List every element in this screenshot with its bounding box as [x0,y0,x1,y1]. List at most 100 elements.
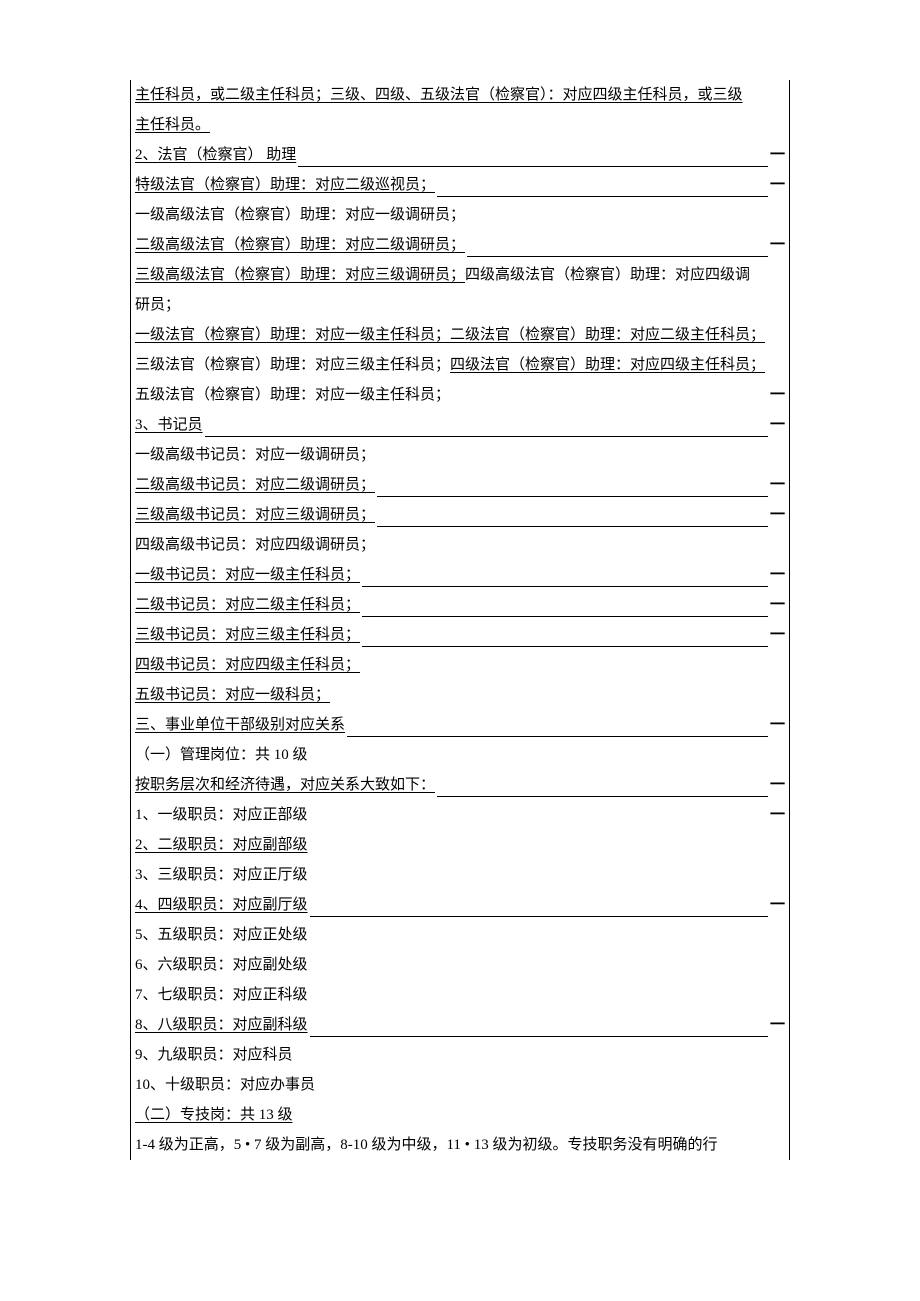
dash-mark: 一 [770,710,785,740]
underline-fill [362,616,768,617]
text-line: 7、七级职员：对应正科级 [135,980,785,1010]
line-text: 研员； [135,297,180,313]
text-line: 2、二级职员：对应副部级 [135,830,785,860]
line-text: 主任科员。 [135,117,210,133]
line-text: 6、六级职员：对应副处级 [135,957,308,973]
text-line: 5、五级职员：对应正处级 [135,920,785,950]
line-text: 主任科员，或二级主任科员；三级、四级、五级法官（检察官）：对应四级主任科员，或三… [135,87,743,103]
text-line: 一级高级法官（检察官）助理：对应一级调研员； [135,200,785,230]
text-line: 1、一级职员：对应正部级 一 [135,800,785,830]
text-line: （一）管理岗位：共 10 级 [135,740,785,770]
line-text: 五级法官（检察官）助理：对应一级主任科员； [135,380,450,410]
line-text: 二级高级书记员：对应二级调研员； [135,470,375,500]
dash-mark: 一 [770,230,785,260]
underline-fill [467,256,768,257]
content-cell: 主任科员，或二级主任科员；三级、四级、五级法官（检察官）：对应四级主任科员，或三… [130,80,790,1160]
underline-fill [377,496,768,497]
dash-mark: 一 [770,560,785,590]
text-line: 3、三级职员：对应正厅级 [135,860,785,890]
text-line: 2、法官（检察官） 助理 一 [135,140,785,170]
line-text: （一）管理岗位：共 10 级 [135,747,308,763]
line-text: 2、二级职员：对应副部级 [135,837,308,853]
text-line: 8、八级职员：对应副科级 一 [135,1010,785,1040]
text-line: 一级法官（检察官）助理：对应一级主任科员；二级法官（检察官）助理：对应二级主任科… [135,320,785,350]
dash-mark: 一 [770,890,785,920]
line-text: 按职务层次和经济待遇，对应关系大致如下： [135,770,435,800]
text-line: 三级书记员：对应三级主任科员； 一 [135,620,785,650]
dash-mark: 一 [770,1010,785,1040]
line-text: 1、一级职员：对应正部级 [135,800,308,830]
line-text: 五级书记员：对应一级科员； [135,687,330,703]
line-text: 二级高级法官（检察官）助理：对应二级调研员； [135,230,465,260]
underline-fill [437,796,768,797]
line-text: 四级书记员：对应四级主任科员； [135,657,360,673]
document-page: 主任科员，或二级主任科员；三级、四级、五级法官（检察官）：对应四级主任科员，或三… [0,80,920,1160]
underline-fill [437,196,768,197]
text-line: 三级法官（检察官）助理：对应三级主任科员；四级法官（检察官）助理：对应四级主任科… [135,350,785,380]
line-text: 三、事业单位干部级别对应关系 [135,710,345,740]
line-text-suffix: 四级法官（检察官）助理：对应四级主任科员； [450,357,765,373]
line-text-prefix: 三级高级法官（检察官）助理：对应三级调研员； [135,267,465,283]
dash-mark: 一 [770,800,785,830]
text-line: 3、书记员 一 [135,410,785,440]
line-text: 三级书记员：对应三级主任科员； [135,620,360,650]
line-text: 2、法官（检察官） 助理 [135,140,296,170]
underline-fill [347,736,768,737]
text-line: 10、十级职员：对应办事员 [135,1070,785,1100]
text-line: 6、六级职员：对应副处级 [135,950,785,980]
dash-mark: 一 [770,500,785,530]
line-text: 特级法官（检察官）助理：对应二级巡视员； [135,170,435,200]
text-line: 一级书记员：对应一级主任科员； 一 [135,560,785,590]
line-text: 1-4 级为正高，5 • 7 级为副高，8-10 级为中级，11 • 13 级为… [135,1137,717,1153]
line-text: 3、书记员 [135,410,203,440]
text-line: 主任科员。 [135,110,785,140]
dash-mark: 一 [770,410,785,440]
line-text: 四级高级书记员：对应四级调研员； [135,537,375,553]
text-line: 1-4 级为正高，5 • 7 级为副高，8-10 级为中级，11 • 13 级为… [135,1130,785,1160]
line-text: 9、九级职员：对应科员 [135,1047,293,1063]
underline-fill [298,166,768,167]
text-line: 9、九级职员：对应科员 [135,1040,785,1070]
dash-mark: 一 [770,620,785,650]
line-text-prefix: 三级法官（检察官）助理：对应三级主任科员； [135,357,450,373]
line-text: 一级高级书记员：对应一级调研员； [135,447,375,463]
text-line: 按职务层次和经济待遇，对应关系大致如下： 一 [135,770,785,800]
line-text: 8、八级职员：对应副科级 [135,1010,308,1040]
dash-mark: 一 [770,770,785,800]
text-line: 主任科员，或二级主任科员；三级、四级、五级法官（检察官）：对应四级主任科员，或三… [135,80,785,110]
text-line: 二级书记员：对应二级主任科员； 一 [135,590,785,620]
dash-mark: 一 [770,380,785,410]
line-text: 7、七级职员：对应正科级 [135,987,308,1003]
text-line: 4、四级职员：对应副厅级 一 [135,890,785,920]
line-text: 二级书记员：对应二级主任科员； [135,590,360,620]
underline-fill [310,1036,768,1037]
text-line: 三、事业单位干部级别对应关系 一 [135,710,785,740]
underline-fill [377,526,768,527]
text-line: 三级高级书记员：对应三级调研员； 一 [135,500,785,530]
text-line: 四级高级书记员：对应四级调研员； [135,530,785,560]
line-text: 5、五级职员：对应正处级 [135,927,308,943]
line-text: 三级高级书记员：对应三级调研员； [135,500,375,530]
dash-mark: 一 [770,170,785,200]
line-text-suffix: 四级高级法官（检察官）助理：对应四级调 [465,267,750,283]
text-line: （二）专技岗：共 13 级 [135,1100,785,1130]
line-text: 一级高级法官（检察官）助理：对应一级调研员； [135,207,465,223]
line-text: 10、十级职员：对应办事员 [135,1077,315,1093]
dash-mark: 一 [770,140,785,170]
dash-mark: 一 [770,470,785,500]
text-line: 一级高级书记员：对应一级调研员； [135,440,785,470]
text-line: 二级高级法官（检察官）助理：对应二级调研员； 一 [135,230,785,260]
text-line: 四级书记员：对应四级主任科员； [135,650,785,680]
underline-fill [205,436,768,437]
underline-fill [362,586,768,587]
line-text: 一级法官（检察官）助理：对应一级主任科员；二级法官（检察官）助理：对应二级主任科… [135,327,765,343]
text-line: 研员； [135,290,785,320]
line-text: 一级书记员：对应一级主任科员； [135,560,360,590]
dash-mark: 一 [770,590,785,620]
line-text: （二）专技岗：共 13 级 [135,1107,293,1123]
underline-fill [310,916,768,917]
text-line: 五级书记员：对应一级科员； [135,680,785,710]
line-text: 4、四级职员：对应副厅级 [135,890,308,920]
text-line: 二级高级书记员：对应二级调研员； 一 [135,470,785,500]
text-line: 三级高级法官（检察官）助理：对应三级调研员；四级高级法官（检察官）助理：对应四级… [135,260,785,290]
